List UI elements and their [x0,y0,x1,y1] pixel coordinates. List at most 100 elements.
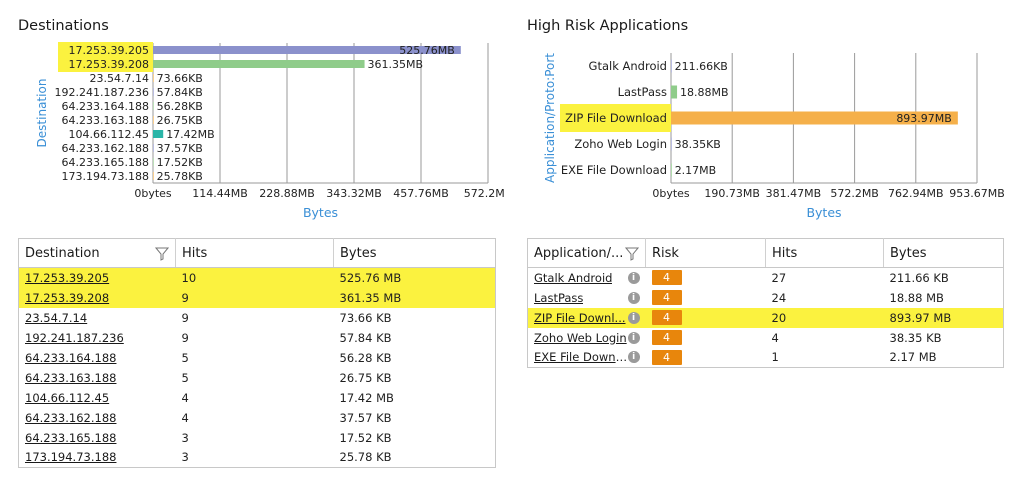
column-header-application[interactable]: Application/... [527,238,646,268]
table-row[interactable]: 64.233.163.188 5 26.75 KB [19,368,496,388]
bar[interactable] [153,144,154,152]
destination-link[interactable]: 64.233.165.188 [25,431,116,445]
application-link[interactable]: LastPass [534,291,583,305]
x-tick-label: 572.2MB [464,187,505,200]
column-header-label: Bytes [340,245,377,261]
info-icon[interactable]: i [627,311,640,324]
filter-icon[interactable] [155,247,169,261]
destination-link[interactable]: 173.194.73.188 [25,450,116,464]
hits-cell: 10 [175,267,334,288]
risk-cell: 4 [646,348,766,368]
destination-link[interactable]: 192.241.187.236 [25,331,124,345]
hits-cell: 5 [181,370,189,385]
info-icon[interactable]: i [627,291,640,304]
bar[interactable] [153,116,154,124]
table-row[interactable]: ZIP File Downl... i 4 20 893.97 MB [527,307,1004,328]
destination-link[interactable]: 104.66.112.45 [25,391,109,405]
application-link[interactable]: Zoho Web Login [534,331,627,345]
risk-badge: 4 [651,349,682,365]
destination-link[interactable]: 64.233.162.188 [25,411,116,425]
bar[interactable] [153,102,154,110]
value-label: 525.76MB [399,44,455,57]
category-label: EXE File Download [561,163,667,177]
bar[interactable] [153,74,154,82]
table-row[interactable]: 64.233.165.188 3 17.52 KB [19,428,496,448]
info-icon[interactable]: i [627,351,640,364]
x-tick-label: 114.44MB [192,187,248,200]
table-row[interactable]: 64.233.162.188 4 37.57 KB [19,408,496,428]
info-icon[interactable]: i [627,331,640,344]
category-label: 64.233.164.188 [62,100,149,113]
destination-link[interactable]: 17.253.39.205 [25,271,109,285]
column-header-bytes[interactable]: Bytes [333,238,496,268]
bar[interactable] [671,163,672,177]
column-header-destination[interactable]: Destination [18,238,176,268]
application-cell[interactable]: Zoho Web Login i [528,328,646,348]
application-cell-content: LastPass i [534,291,640,305]
destination-link[interactable]: 17.253.39.208 [25,291,109,305]
application-cell[interactable]: ZIP File Downl... i [527,307,646,328]
bytes-cell: 57.84 KB [339,330,392,345]
bar[interactable] [671,137,672,151]
bar[interactable] [671,85,678,99]
risk-badge: 4 [651,310,682,325]
application-link[interactable]: Gtalk Android [534,271,612,285]
table-row[interactable]: 23.54.7.14 9 73.66 KB [19,308,496,328]
application-cell[interactable]: Gtalk Android i [528,268,646,288]
bar[interactable] [153,60,365,68]
bytes-cell: 525.76 MB [333,267,496,288]
bytes-cell: 56.28 KB [339,350,392,365]
application-link[interactable]: ZIP File Downl... [534,311,626,325]
category-label: 173.194.73.188 [62,170,149,183]
destination-cell[interactable]: 104.66.112.45 [19,388,176,408]
table-row[interactable]: 17.253.39.205 10 525.76 MB [18,267,496,288]
column-header-label: Risk [652,245,679,261]
destination-cell[interactable]: 17.253.39.205 [18,267,176,288]
hits-cell: 3 [181,430,189,445]
bar[interactable] [671,59,672,73]
destination-cell[interactable]: 192.241.187.236 [19,328,176,348]
application-link[interactable]: EXE File Downl... [534,350,628,364]
x-tick-label: 762.94MB [888,187,944,200]
destination-cell[interactable]: 17.253.39.208 [18,287,176,308]
table-row[interactable]: 192.241.187.236 9 57.84 KB [19,328,496,348]
table-row[interactable]: 17.253.39.208 9 361.35 MB [18,287,496,308]
destination-link[interactable]: 64.233.164.188 [25,351,116,365]
destination-cell[interactable]: 173.194.73.188 [19,448,176,468]
table-header-row: Destination Hits Bytes [18,238,496,268]
column-header-hits[interactable]: Hits [765,238,884,268]
bar[interactable] [153,88,154,96]
destination-link[interactable]: 23.54.7.14 [25,311,87,325]
destination-cell[interactable]: 64.233.165.188 [19,428,176,448]
filter-icon[interactable] [625,247,639,261]
info-icon[interactable]: i [627,271,640,284]
table-row[interactable]: Zoho Web Login i 4 4 38.35 KB [528,328,1004,348]
application-cell[interactable]: LastPass i [528,288,646,308]
table-row[interactable]: EXE File Downl... i 4 1 2.17 MB [528,348,1004,368]
destination-cell[interactable]: 64.233.163.188 [19,368,176,388]
destinations-table: Destination Hits Bytes 17.253.39.205 10 52… [18,238,496,468]
column-header-bytes[interactable]: Bytes [883,238,1004,268]
column-header-risk[interactable]: Risk [645,238,766,268]
table-row[interactable]: LastPass i 4 24 18.88 MB [528,288,1004,308]
bar[interactable] [153,172,154,180]
x-tick-label: 0bytes [652,187,690,200]
table-row[interactable]: 173.194.73.188 3 25.78 KB [19,448,496,468]
bar[interactable] [153,130,164,138]
destination-cell[interactable]: 23.54.7.14 [19,308,176,328]
destination-link[interactable]: 64.233.163.188 [25,371,116,385]
column-header-label: Hits [182,245,208,261]
table-header-row: Application/... Risk Hits Bytes [527,238,1004,268]
bytes-cell: 25.78 KB [339,450,392,465]
x-tick-label: 228.88MB [259,187,315,200]
destination-cell[interactable]: 64.233.164.188 [19,348,176,368]
application-cell[interactable]: EXE File Downl... i [528,348,646,368]
table-row[interactable]: 64.233.164.188 5 56.28 KB [19,348,496,368]
column-header-hits[interactable]: Hits [175,238,334,268]
destination-cell[interactable]: 64.233.162.188 [19,408,176,428]
application-cell-content: Zoho Web Login i [534,331,640,345]
bar[interactable] [153,158,154,166]
table-row[interactable]: Gtalk Android i 4 27 211.66 KB [528,268,1004,288]
hits-cell: 9 [181,310,189,325]
table-row[interactable]: 104.66.112.45 4 17.42 MB [19,388,496,408]
